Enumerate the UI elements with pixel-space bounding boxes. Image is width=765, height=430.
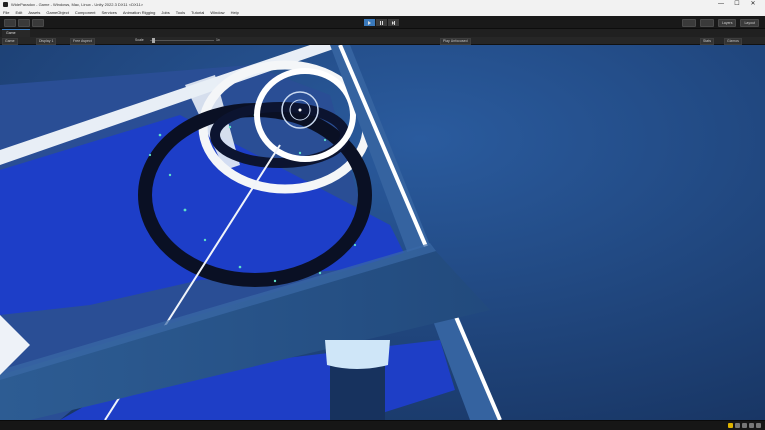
menu-edit[interactable]: Edit [15,10,22,15]
account-button[interactable] [4,19,16,27]
maximize-button[interactable]: ☐ [729,0,745,8]
menu-tutorial[interactable]: Tutorial [191,10,204,15]
step-icon [391,20,396,25]
minimize-button[interactable]: — [713,0,729,8]
menu-services[interactable]: Services [102,10,117,15]
game-view-tabbar: Game [0,29,765,37]
game-view-controlbar: Game Display 1 Free Aspect Scale 1x Play… [0,37,765,45]
play-icon [368,20,371,25]
play-button[interactable] [364,19,375,26]
playback-controls [364,19,399,26]
play-focus-dropdown[interactable]: Play Unfocused [440,38,471,45]
pause-button[interactable] [376,19,387,26]
search-button[interactable] [699,19,714,27]
display-select[interactable]: Display 1 [36,38,57,45]
menu-file[interactable]: File [3,10,9,15]
menu-tools[interactable]: Tools [176,10,185,15]
target-dot [298,108,302,112]
aspect-select[interactable]: Free Aspect [70,38,95,45]
menu-help[interactable]: Help [231,10,239,15]
menu-gameobject[interactable]: GameObject [46,10,68,15]
scale-value: 1x [216,38,220,42]
scale-label: Scale [135,38,144,42]
menu-window[interactable]: Window [210,10,224,15]
history-button[interactable] [681,19,696,27]
warning-icon[interactable] [728,423,733,428]
menu-component[interactable]: Component [75,10,96,15]
status-bar [0,420,765,430]
settings-icon[interactable] [756,423,761,428]
title-bar: WideParadox - Game - Windows, Mac, Linux… [0,0,765,8]
gizmos-button[interactable]: Gizmos [724,38,742,45]
step-button[interactable] [388,19,399,26]
stats-button[interactable]: Stats [700,38,714,45]
pause-icon [380,20,383,25]
status-icons [728,423,761,428]
console-icon[interactable] [735,423,740,428]
layers-dropdown[interactable]: Layers [717,19,737,27]
display-mode-dropdown[interactable]: Game [2,38,18,45]
toolbar-left-group [4,19,44,27]
scale-slider[interactable] [150,40,214,41]
game-render [0,45,765,420]
unity-logo-icon [3,1,8,7]
window-title: WideParadox - Game - Windows, Mac, Linux… [11,1,144,7]
close-button[interactable]: ✕ [745,0,761,8]
progress-icon [742,423,747,428]
menu-jobs[interactable]: Jobs [161,10,169,15]
toolbar-right-group: Layers Layout [681,19,759,27]
main-toolbar: Layers Layout [0,16,765,29]
menu-assets[interactable]: Assets [28,10,40,15]
collab-button[interactable] [32,19,44,27]
cloud-button[interactable] [18,19,30,27]
cylinder-cap [325,340,390,369]
notification-icon[interactable] [749,423,754,428]
menu-animation-rigging[interactable]: Animation Rigging [123,10,155,15]
window-controls: — ☐ ✕ [713,0,761,8]
layout-dropdown[interactable]: Layout [740,19,759,27]
menu-bar: File Edit Assets GameObject Component Se… [0,8,765,16]
tab-game[interactable]: Game [2,29,30,37]
game-viewport[interactable] [0,45,765,420]
scale-slider-handle[interactable] [152,38,155,43]
